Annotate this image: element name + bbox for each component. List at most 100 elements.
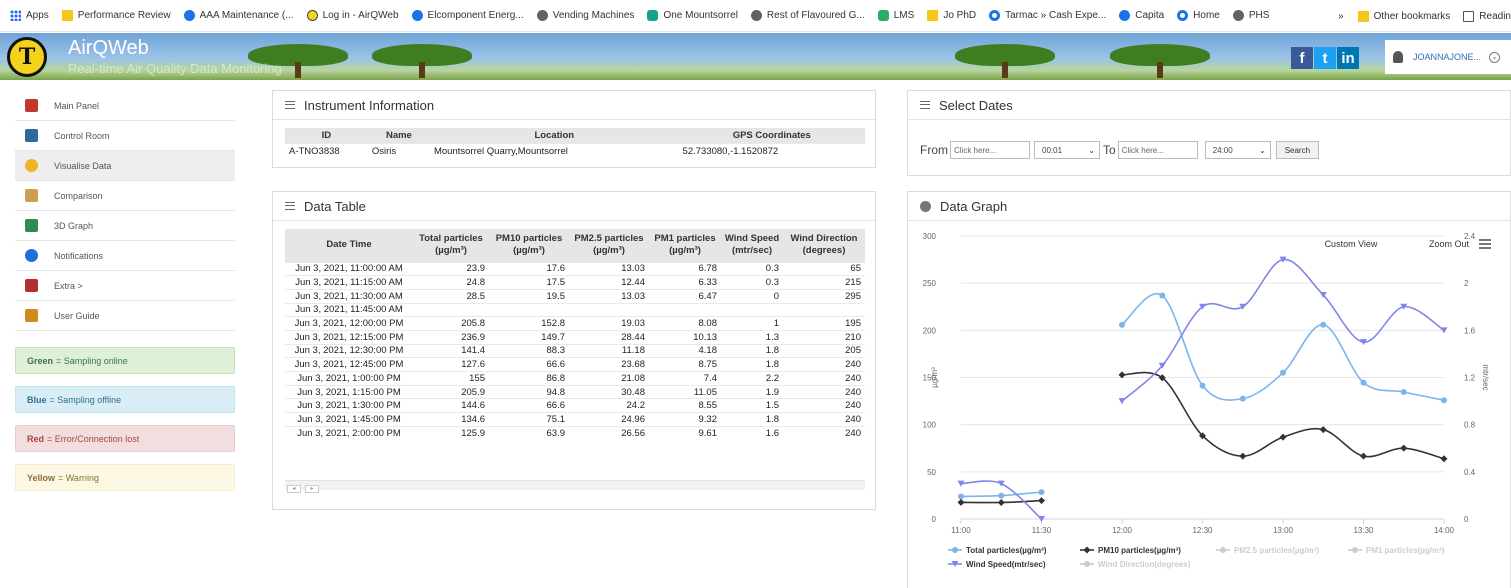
legend-item[interactable]: PM2.5 particles(µg/m³)	[1216, 546, 1319, 555]
bookmark-item[interactable]: Performance Review	[61, 10, 171, 21]
column-header: Name	[367, 128, 430, 143]
table-cell: 66.6	[489, 398, 569, 413]
main-panel-icon	[25, 99, 38, 112]
bookmark-item[interactable]: Log in - AirQWeb	[306, 10, 399, 21]
column-header-unit: (degrees)	[802, 245, 846, 257]
site-icon	[877, 10, 889, 21]
bookmark-item[interactable]: Elcomponent Energ...	[411, 10, 524, 21]
table-cell: 2.2	[721, 371, 783, 386]
data-point	[952, 547, 958, 553]
bookmark-item[interactable]: One Mountsorrel	[647, 10, 738, 21]
column-header-unit: (µg/m³)	[669, 245, 701, 257]
table-cell: 1.9	[721, 384, 783, 399]
status-legend-item: Yellow = Warning	[15, 464, 235, 491]
y-tick-label: 300	[923, 232, 937, 241]
column-header: PM2.5 particles (µg/m³)	[569, 229, 649, 262]
to-date-input[interactable]: Click here...	[1117, 141, 1198, 159]
other-bookmarks[interactable]: Other bookmarks	[1357, 10, 1450, 22]
from-date-input[interactable]: Click here...	[950, 141, 1030, 159]
table-cell: 127.6	[413, 357, 489, 372]
bookmark-item[interactable]: PHS	[1232, 10, 1269, 21]
table-cell: 0.3	[721, 275, 783, 290]
y2-tick-label: 0.8	[1464, 421, 1476, 430]
twitter-icon[interactable]: t	[1314, 47, 1336, 69]
bookmark-item[interactable]: Home	[1177, 10, 1220, 21]
sidebar-item[interactable]: 3D Graph	[15, 211, 235, 241]
bookmark-item[interactable]: LMS	[877, 10, 914, 21]
table-cell: 52.733080,-1.1520872	[678, 142, 865, 159]
user-menu[interactable]: JOANNAJONE... ⌄	[1385, 40, 1511, 74]
search-button[interactable]: Search	[1275, 141, 1320, 159]
column-header-title: PM1 particles	[654, 233, 716, 245]
data-point	[958, 493, 964, 500]
table-cell: Jun 3, 2021, 1:15:00 PM	[285, 384, 413, 399]
bookmarks-overflow-button[interactable]: »	[1338, 11, 1344, 22]
select-dates-panel: Select Dates From Click here... 00:01 ⌄ …	[907, 90, 1511, 176]
legend-item[interactable]: PM10 particles(µg/m³)	[1080, 546, 1181, 555]
column-header: GPS Coordinates	[678, 128, 865, 143]
sidebar-item[interactable]: Extra >	[15, 271, 235, 301]
bookmark-label: One Mountsorrel	[663, 10, 738, 21]
status-legend: Green = Sampling online Blue = Sampling off…	[15, 347, 235, 491]
y-axis-title: µg/m³	[930, 367, 939, 388]
bookmark-item[interactable]: Vending Machines	[536, 10, 634, 21]
table-cell: 28.5	[413, 288, 489, 304]
legend-label: PM10 particles(µg/m³)	[1098, 546, 1181, 555]
reading-list-icon	[1463, 10, 1475, 22]
table-cell: 11.18	[569, 343, 649, 358]
table-cell: 1.5	[721, 398, 783, 413]
from-time-value: 00:01	[1042, 145, 1063, 155]
table-header-row: ID Name Location GPS Coordinates	[285, 128, 865, 143]
data-point	[1038, 497, 1045, 505]
panel-header: Data Graph	[908, 192, 1510, 221]
bookmarks-right: » Other bookmarks Readin	[1332, 0, 1511, 31]
table-row: Jun 3, 2021, 12:15:00 PM 236.9 149.7 28.44 1…	[285, 329, 865, 345]
table-cell: 66.6	[489, 357, 569, 372]
facebook-icon[interactable]: f	[1291, 47, 1313, 69]
sidebar-item[interactable]: User Guide	[15, 301, 235, 331]
site-icon	[647, 10, 659, 21]
sidebar-item[interactable]: Visualise Data	[15, 151, 235, 181]
legend-item[interactable]: Wind Speed(mtr/sec)	[948, 560, 1046, 569]
table-cell: 6.33	[649, 275, 721, 290]
bookmark-item[interactable]: Tarmac » Cash Expe...	[989, 10, 1106, 21]
data-point	[1360, 379, 1367, 386]
y-tick-label: 250	[923, 279, 937, 288]
horizontal-scrollbar[interactable]: ◂ ▸	[285, 480, 865, 493]
column-header-unit: (µg/m³)	[513, 245, 545, 257]
legend-label: Total particles(µg/m³)	[966, 546, 1047, 555]
sidebar-item-label: User Guide	[54, 310, 100, 321]
legend-item[interactable]: Total particles(µg/m³)	[948, 546, 1047, 555]
scroll-left-icon[interactable]: ◂	[287, 485, 301, 493]
table-row: Jun 3, 2021, 11:00:00 AM 23.9 17.6 13.03 6.7…	[285, 261, 865, 276]
bookmark-label: Elcomponent Energ...	[427, 10, 524, 21]
bookmark-item[interactable]: Apps	[10, 10, 49, 21]
sidebar-item[interactable]: Comparison	[15, 181, 235, 211]
legend-item[interactable]: Wind Direction(degrees)	[1080, 560, 1191, 569]
reading-list[interactable]: Readin	[1463, 10, 1511, 22]
chevron-down-icon[interactable]: ⌄	[1489, 51, 1501, 63]
bookmark-item[interactable]: Jo PhD	[927, 10, 976, 21]
bookmark-item[interactable]: AAA Maintenance (...	[183, 10, 294, 21]
linkedin-icon[interactable]: in	[1337, 47, 1359, 69]
legend-item[interactable]: PM1 particles(µg/m³)	[1348, 546, 1445, 555]
sidebar-item[interactable]: Notifications	[15, 241, 235, 271]
table-cell	[489, 302, 569, 317]
from-time-select[interactable]: 00:01 ⌄	[1034, 141, 1100, 159]
sidebar-item[interactable]: Main Panel	[15, 91, 235, 121]
scroll-right-icon[interactable]: ▸	[305, 485, 319, 493]
data-graph-chart[interactable]: 05010015020025030000.40.81.21.622.411:00…	[908, 222, 1511, 588]
tree-decoration	[372, 44, 472, 78]
status-keyword: Yellow	[27, 472, 56, 483]
bookmark-item[interactable]: Capita	[1119, 10, 1164, 21]
table-cell: 21.08	[569, 371, 649, 386]
bookmark-label: Apps	[26, 10, 49, 21]
column-header-title: Wind Direction	[790, 233, 858, 245]
airqweb-logo[interactable]: T	[7, 37, 47, 77]
to-time-select[interactable]: 24:00 ⌄	[1204, 141, 1271, 159]
bookmark-item[interactable]: Rest of Flavoured G...	[750, 10, 865, 21]
data-point	[1320, 321, 1327, 328]
series-line	[1121, 292, 1445, 402]
sidebar-item[interactable]: Control Room	[15, 121, 235, 151]
chevron-down-icon: ⌄	[1088, 145, 1095, 155]
